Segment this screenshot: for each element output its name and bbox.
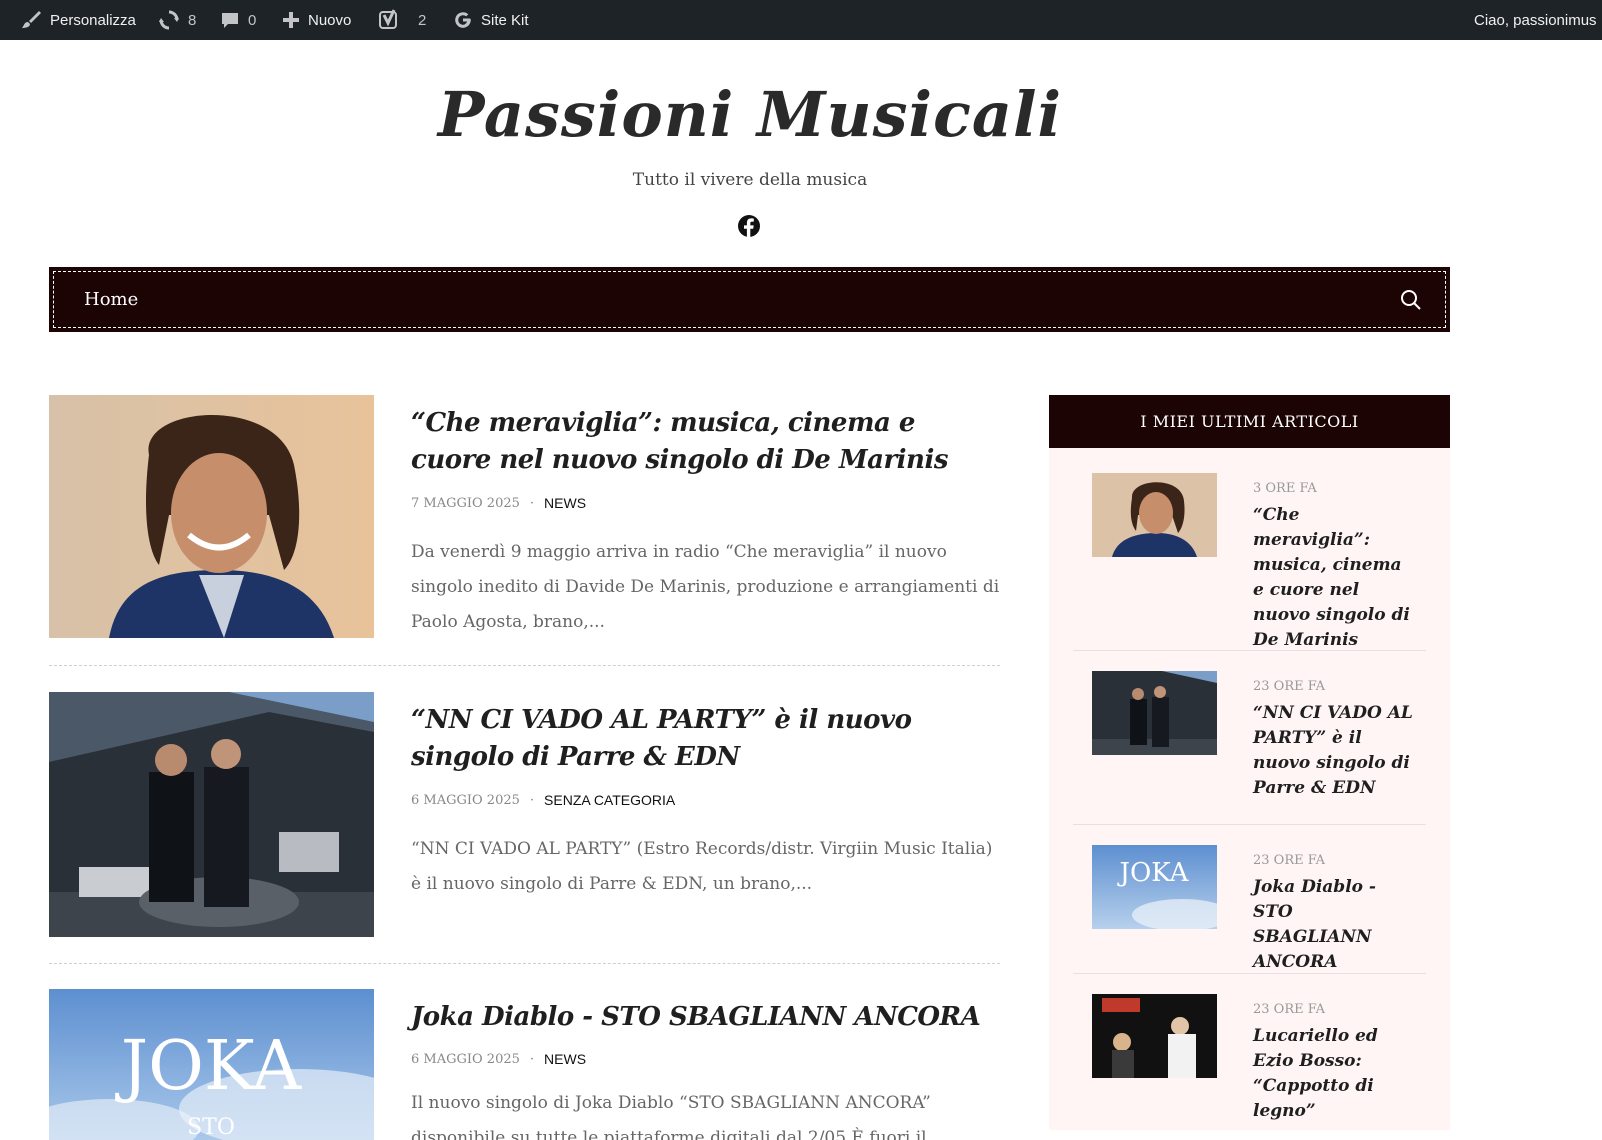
- post-title[interactable]: “Che meraviglia”: musica, cinema e cuore…: [411, 405, 1001, 479]
- post-meta: 6 MAGGIO 2025 · NEWS: [411, 1051, 586, 1067]
- user-greeting[interactable]: Ciao, passionimus: [1474, 0, 1597, 40]
- new-content-link[interactable]: Nuovo: [282, 0, 351, 40]
- sidebar-item-time: 3 ORE FA: [1253, 481, 1317, 496]
- sidebar-separator: [1073, 650, 1426, 651]
- updates-link[interactable]: 8: [158, 0, 196, 40]
- search-icon[interactable]: [1399, 288, 1423, 312]
- sidebar-thumbnail[interactable]: [1092, 473, 1217, 557]
- admin-bar: Personalizza 8 0 Nuovo 2 Site Kit Ciao, …: [0, 0, 1602, 40]
- post-date: 6 MAGGIO 2025: [411, 792, 520, 808]
- sidebar-item-title[interactable]: “Che meraviglia”: musica, cinema e cuore…: [1253, 503, 1413, 653]
- post-category[interactable]: SENZA CATEGORIA: [544, 792, 675, 808]
- sidebar-item-title[interactable]: Joka Diablo - STO SBAGLIANN ANCORA: [1253, 875, 1413, 975]
- thumb-cover-title: JOKA: [1117, 858, 1190, 888]
- post-category[interactable]: NEWS: [544, 495, 586, 511]
- new-label: Nuovo: [308, 11, 352, 29]
- sidebar-item: 3 ORE FA “Che meraviglia”: musica, cinem…: [1073, 473, 1426, 650]
- comment-icon: [222, 13, 238, 28]
- post-meta: 7 MAGGIO 2025 · NEWS: [411, 495, 586, 511]
- sidebar-item: 23 ORE FA Lucariello ed Ezio Bosso: “Cap…: [1073, 994, 1426, 1121]
- comments-link[interactable]: 0: [220, 0, 256, 40]
- sidebar-item-time: 23 ORE FA: [1253, 679, 1326, 694]
- post-thumbnail[interactable]: JOKA STO: [49, 989, 374, 1140]
- sidebar-thumbnail[interactable]: [1092, 994, 1217, 1078]
- site-title[interactable]: Passioni Musicali: [0, 78, 1500, 151]
- post-meta: 6 MAGGIO 2025 · SENZA CATEGORIA: [411, 792, 675, 808]
- duo-photo-image: [49, 692, 374, 937]
- site-tagline: Tutto il vivere della musica: [632, 170, 868, 190]
- customize-label: Personalizza: [50, 11, 136, 29]
- sidebar-thumbnail[interactable]: [1092, 671, 1217, 755]
- plus-icon: [283, 12, 299, 28]
- post-card: “Che meraviglia”: musica, cinema e cuore…: [49, 395, 1000, 638]
- post-thumbnail[interactable]: [49, 692, 374, 937]
- post-category[interactable]: NEWS: [544, 1051, 586, 1067]
- post-thumbnail[interactable]: [49, 395, 374, 638]
- post-excerpt: “NN CI VADO AL PARTY” (Estro Records/dis…: [411, 839, 993, 894]
- nav-item-home[interactable]: Home: [84, 272, 138, 327]
- google-g-icon: [455, 12, 471, 28]
- sidebar-item: JOKA 23 ORE FA Joka Diablo - STO SBAGLIA…: [1073, 845, 1426, 972]
- sidebar-item-title[interactable]: Lucariello ed Ezio Bosso: “Cappotto di l…: [1253, 1024, 1413, 1124]
- post-divider: [49, 963, 1000, 964]
- sidebar-separator: [1073, 973, 1426, 974]
- sitekit-label: Site Kit: [481, 11, 529, 29]
- post-title[interactable]: Joka Diablo - STO SBAGLIANN ANCORA: [411, 999, 1001, 1036]
- post-excerpt: Da venerdì 9 maggio arriva in radio “Che…: [411, 542, 1000, 632]
- stage-thumb-image: [1092, 994, 1217, 1078]
- cover-title: JOKA: [115, 1027, 302, 1106]
- greeting-label: Ciao, passionimus: [1474, 11, 1597, 29]
- brush-icon: [22, 11, 41, 28]
- yoast-count: 2: [418, 11, 427, 29]
- post-card: “NN CI VADO AL PARTY” è il nuovo singolo…: [49, 692, 1000, 937]
- sidebar-item: 23 ORE FA “NN CI VADO AL PARTY” è il nuo…: [1073, 671, 1426, 801]
- joka-thumb-image: JOKA: [1092, 845, 1217, 929]
- post-excerpt: Il nuovo singolo di Joka Diablo “STO SBA…: [411, 1093, 931, 1140]
- portrait-image: [49, 395, 374, 638]
- main-navigation: Home: [49, 267, 1450, 332]
- portrait-thumb-image: [1092, 473, 1217, 557]
- meta-separator: ·: [529, 495, 535, 511]
- post-date: 6 MAGGIO 2025: [411, 1051, 520, 1067]
- post-title[interactable]: “NN CI VADO AL PARTY” è il nuovo singolo…: [411, 702, 1001, 776]
- meta-separator: ·: [529, 792, 535, 808]
- sitekit-link[interactable]: Site Kit: [453, 0, 529, 40]
- refresh-icon: [159, 10, 179, 30]
- post-card: JOKA STO Joka Diablo - STO SBAGLIANN ANC…: [49, 989, 1000, 1140]
- updates-count: 8: [188, 11, 197, 29]
- joka-cover-image: JOKA STO: [49, 989, 374, 1140]
- yoast-icon: [379, 9, 397, 29]
- yoast-link[interactable]: 2: [378, 0, 426, 40]
- post-date: 7 MAGGIO 2025: [411, 495, 520, 511]
- sidebar-item-title[interactable]: “NN CI VADO AL PARTY” è il nuovo singolo…: [1253, 701, 1413, 801]
- sidebar-widget: I MIEI ULTIMI ARTICOLI 3 ORE FA “Che mer…: [1049, 395, 1450, 1130]
- widget-title: I MIEI ULTIMI ARTICOLI: [1049, 395, 1450, 448]
- sidebar-item-time: 23 ORE FA: [1253, 1002, 1326, 1017]
- customize-link[interactable]: Personalizza: [20, 0, 136, 40]
- comments-count: 0: [248, 11, 257, 29]
- sidebar-thumbnail[interactable]: JOKA: [1092, 845, 1217, 929]
- sidebar-item-time: 23 ORE FA: [1253, 853, 1326, 868]
- cover-subtitle: STO: [187, 1115, 235, 1140]
- duo-thumb-image: [1092, 671, 1217, 755]
- meta-separator: ·: [529, 1051, 535, 1067]
- sidebar-separator: [1073, 824, 1426, 825]
- facebook-icon[interactable]: [737, 214, 761, 238]
- post-divider: [49, 665, 1000, 666]
- nav-inner-border: Home: [53, 271, 1446, 328]
